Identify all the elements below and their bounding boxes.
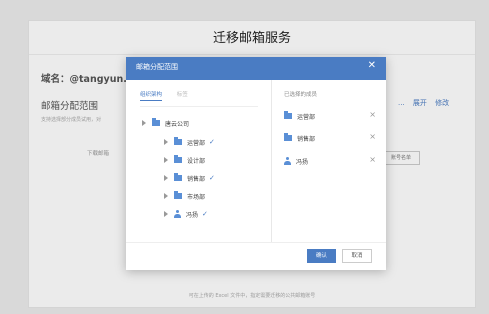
- check-icon: ✓: [209, 174, 215, 182]
- folder-icon: [174, 191, 182, 199]
- expand-arrow-icon[interactable]: [164, 139, 168, 145]
- expand-arrow-icon[interactable]: [142, 120, 146, 126]
- tree-node-marketing[interactable]: 市场部: [164, 190, 205, 202]
- remove-icon[interactable]: ×: [369, 132, 376, 141]
- tree-node-label: 运营部: [187, 139, 206, 147]
- tree-node-design[interactable]: 设计部: [164, 154, 205, 166]
- folder-icon: [174, 155, 182, 163]
- selected-item-label: 运营部: [297, 113, 316, 121]
- folder-icon: [152, 118, 160, 126]
- footer-divider: [126, 242, 386, 243]
- tree-node-operations[interactable]: 运营部 ✓: [164, 136, 215, 148]
- tree-node-root[interactable]: 唐云公司: [142, 117, 189, 129]
- person-icon: [284, 157, 291, 165]
- folder-icon: [174, 173, 182, 181]
- selected-item: 运营部 ×: [284, 110, 376, 122]
- selected-item-label: 销售部: [297, 135, 316, 143]
- tab-bar: 组织架构 标签: [140, 90, 201, 101]
- tree-node-person[interactable]: 冯扬 ✓: [164, 208, 208, 220]
- tree-node-label: 唐云公司: [165, 120, 190, 128]
- check-icon: ✓: [209, 138, 215, 146]
- expand-arrow-icon[interactable]: [164, 193, 168, 199]
- tabs-divider: [140, 106, 258, 107]
- expand-arrow-icon[interactable]: [164, 211, 168, 217]
- scope-dialog: 邮箱分配范围 ✕ 组织架构 标签 唐云公司 运营部 ✓ 设计部 销售部 ✓ 市场…: [126, 57, 386, 270]
- org-tree-pane: 组织架构 标签 唐云公司 运营部 ✓ 设计部 销售部 ✓ 市场部 冯扬 ✓: [126, 80, 272, 242]
- dialog-title: 邮箱分配范围: [136, 63, 178, 71]
- check-icon: ✓: [202, 210, 208, 218]
- selected-pane: 已选择的成员 运营部 × 销售部 × 冯扬 ×: [272, 80, 386, 242]
- folder-icon: [284, 111, 292, 119]
- expand-arrow-icon[interactable]: [164, 175, 168, 181]
- selected-item-label: 冯扬: [296, 158, 309, 166]
- cancel-button[interactable]: 取消: [342, 249, 372, 263]
- tree-node-label: 市场部: [187, 193, 206, 201]
- dialog-header: 邮箱分配范围 ✕: [126, 57, 386, 80]
- expand-arrow-icon[interactable]: [164, 157, 168, 163]
- tree-node-sales[interactable]: 销售部 ✓: [164, 172, 215, 184]
- folder-icon: [174, 137, 182, 145]
- selected-title: 已选择的成员: [284, 92, 318, 98]
- selected-item: 销售部 ×: [284, 132, 376, 144]
- tree-node-label: 设计部: [187, 157, 206, 165]
- tab-tags[interactable]: 标签: [177, 90, 188, 98]
- remove-icon[interactable]: ×: [369, 155, 376, 164]
- close-icon[interactable]: ✕: [368, 60, 376, 71]
- remove-icon[interactable]: ×: [369, 110, 376, 119]
- tab-org-structure[interactable]: 组织架构: [140, 90, 163, 101]
- confirm-button[interactable]: 确认: [307, 249, 336, 263]
- person-icon: [174, 210, 181, 218]
- folder-icon: [284, 133, 292, 141]
- tree-node-label: 冯扬: [186, 211, 199, 219]
- selected-item: 冯扬 ×: [284, 155, 376, 167]
- tree-node-label: 销售部: [187, 175, 206, 183]
